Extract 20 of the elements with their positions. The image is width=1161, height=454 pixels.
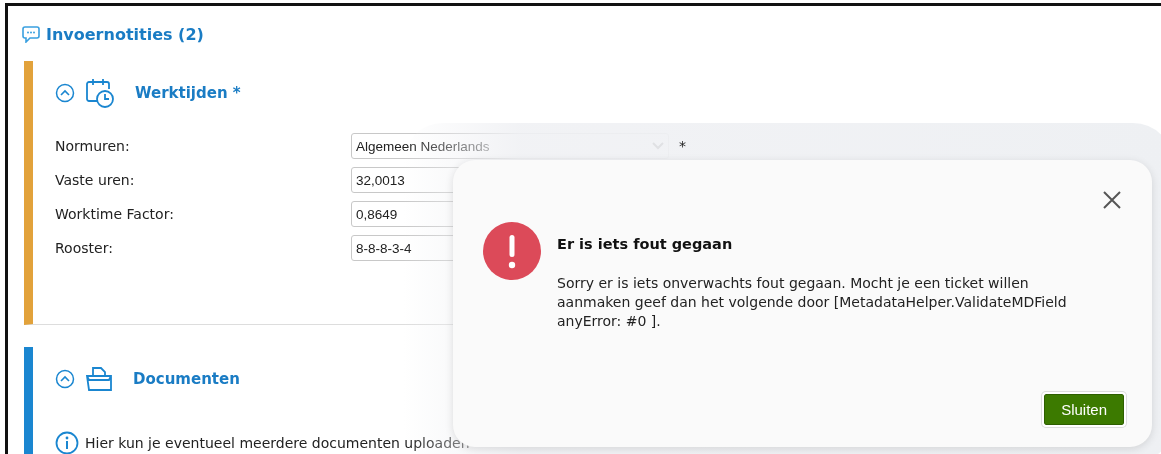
section-title: Invoernotities (2) — [46, 24, 204, 44]
required-mark: * — [679, 138, 686, 154]
collapse-icon[interactable] — [55, 83, 75, 103]
field-label: Worktime Factor: — [55, 206, 175, 222]
select-field[interactable]: Algemeen Nederlands — [351, 133, 669, 159]
info-icon — [55, 431, 79, 454]
calendar-clock-icon — [85, 78, 115, 108]
document-tray-icon — [85, 366, 113, 392]
close-icon — [1102, 190, 1122, 210]
section-heading: Werktijden * — [135, 84, 241, 102]
field-label: Rooster: — [55, 240, 114, 256]
field-label: Normuren: — [55, 138, 131, 154]
chat-icon — [22, 25, 40, 43]
error-icon — [483, 222, 541, 280]
section-heading: Documenten — [133, 370, 240, 388]
close-dialog-button[interactable]: Sluiten — [1044, 394, 1124, 425]
collapse-icon[interactable] — [55, 369, 75, 389]
dialog-title: Er is iets fout gegaan — [557, 236, 734, 252]
dialog-message: Sorry er is iets onverwachts fout gegaan. Mocht je een ticket willen aanmaken geef dan het volgende door [MetadataHelper.ValidateMDField anyError: #0 ]. — [557, 274, 1068, 331]
field-label: Vaste uren: — [55, 172, 136, 188]
